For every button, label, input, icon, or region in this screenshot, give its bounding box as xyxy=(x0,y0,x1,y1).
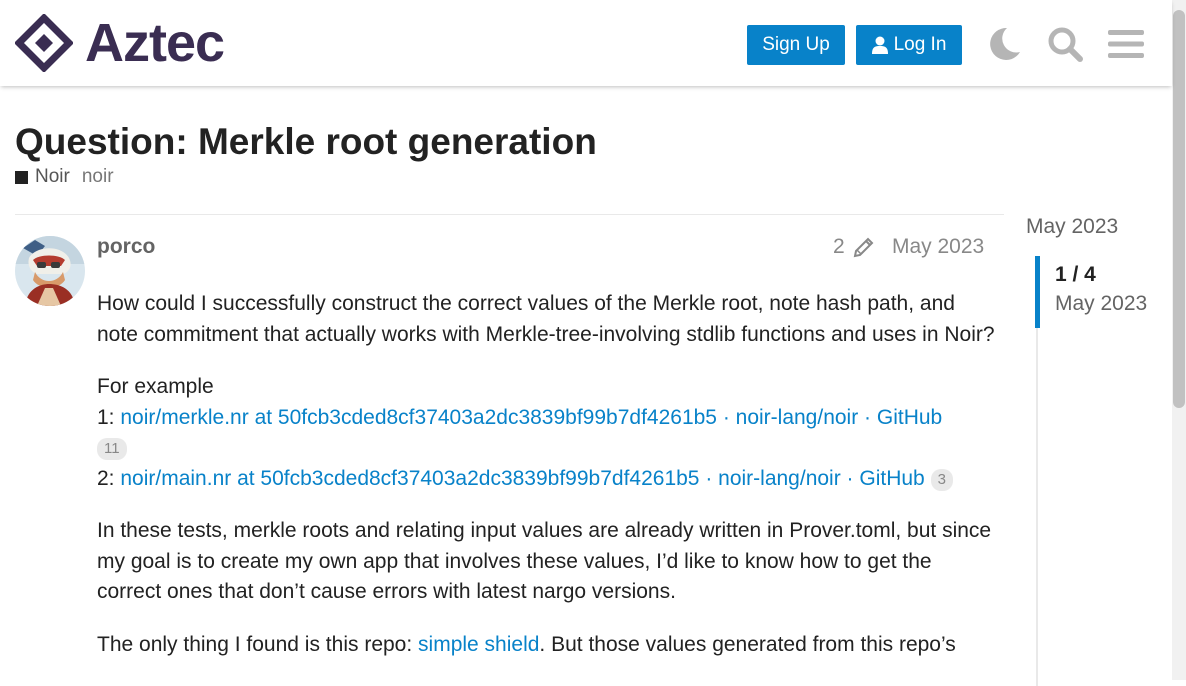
avatar-image xyxy=(15,236,85,306)
post-date[interactable]: May 2023 xyxy=(892,235,984,259)
pencil-icon xyxy=(853,236,875,258)
category-color-square xyxy=(15,170,28,184)
example-label: For example xyxy=(97,375,214,398)
link-click-count: 3 xyxy=(930,468,953,491)
dark-mode-toggle[interactable] xyxy=(982,22,1026,66)
hamburger-menu-button[interactable] xyxy=(1104,22,1148,66)
sign-up-label: Sign Up xyxy=(762,34,830,55)
timeline-scroll-handle[interactable] xyxy=(1035,256,1040,328)
link-click-count: 11 xyxy=(97,438,127,460)
avatar[interactable] xyxy=(15,236,85,306)
github-link-merkle[interactable]: noir/merkle.nr at 50fcb3cded8cf37403a2dc… xyxy=(120,406,942,429)
topic-title[interactable]: Question: Merkle root generation xyxy=(15,120,597,164)
aztec-diamond-icon xyxy=(15,14,73,72)
timeline-current-date: May 2023 xyxy=(1055,292,1148,315)
tag-link[interactable]: noir xyxy=(82,166,114,188)
search-icon xyxy=(1048,27,1083,62)
topic-meta: Noir noir xyxy=(15,166,114,188)
search-button[interactable] xyxy=(1043,22,1087,66)
hamburger-menu-icon xyxy=(1108,30,1144,58)
simple-shield-link[interactable]: simple shield xyxy=(418,633,539,656)
site-logo[interactable]: Aztec xyxy=(15,13,225,73)
moon-icon xyxy=(990,27,1020,60)
post-paragraph: How could I successfully construct the c… xyxy=(97,292,995,346)
github-link-main[interactable]: noir/main.nr at 50fcb3cded8cf37403a2dc38… xyxy=(120,467,924,490)
category-name: Noir xyxy=(35,166,70,187)
post-body: How could I successfully construct the c… xyxy=(97,289,997,682)
paragraph4-prefix: The only thing I found is this repo: xyxy=(97,632,419,656)
link1-prefix: 1: xyxy=(97,405,121,429)
timeline-position: 1 / 4 xyxy=(1055,263,1096,286)
timeline-start-date[interactable]: May 2023 xyxy=(1026,212,1118,242)
link2-prefix: 2: xyxy=(97,466,121,490)
sign-up-button[interactable]: Sign Up xyxy=(747,25,845,65)
log-in-button[interactable]: Log In xyxy=(856,25,962,65)
edit-count: 2 xyxy=(833,235,845,258)
edit-history-button[interactable]: 2 xyxy=(833,235,875,259)
user-icon xyxy=(871,36,888,54)
paragraph4-suffix: . But those values generated from this r… xyxy=(539,632,956,656)
post-examples: For example 1: noir/merkle.nr at 50fcb3c… xyxy=(97,372,997,494)
page-scrollbar-thumb[interactable] xyxy=(1173,10,1185,408)
post-divider xyxy=(15,214,1004,215)
post-username[interactable]: porco xyxy=(97,235,155,259)
log-in-label: Log In xyxy=(893,34,947,55)
logo-text: Aztec xyxy=(85,13,225,73)
category-badge[interactable]: Noir xyxy=(15,166,70,188)
post-paragraph: In these tests, merkle roots and relatin… xyxy=(97,519,992,603)
site-header: Aztec Sign Up Log In xyxy=(0,0,1172,86)
topic-title-text: Question: Merkle root generation xyxy=(15,121,597,162)
post-paragraph: The only thing I found is this repo: sim… xyxy=(97,630,997,661)
